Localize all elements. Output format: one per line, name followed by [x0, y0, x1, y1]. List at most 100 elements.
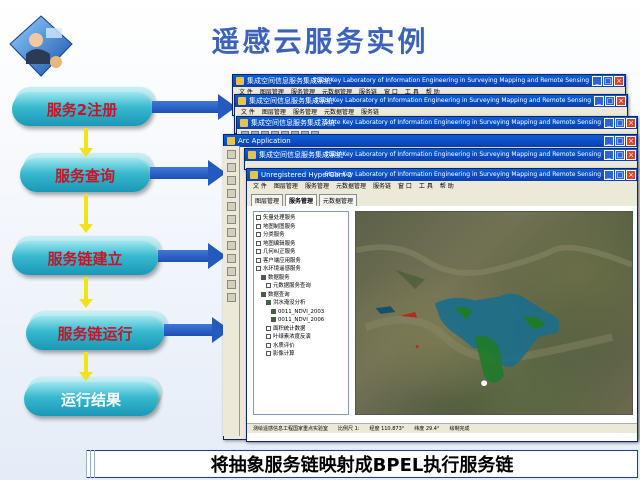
tool-button[interactable] [226, 280, 236, 289]
minimize-button[interactable]: _ [594, 96, 604, 106]
tree-item-label: 数据查询 [268, 291, 290, 298]
right-arrow-1 [152, 94, 236, 120]
maximize-button[interactable]: □ [615, 118, 625, 128]
menu-metadata[interactable]: 元数据管理 [336, 181, 366, 192]
tree-item[interactable]: 矢量处理服务 [256, 214, 346, 223]
maximize-button[interactable]: □ [615, 136, 625, 146]
window-banner: State Key Laboratory of Information Engi… [314, 97, 591, 104]
tree-item[interactable]: 0011_NDVI_2006 [256, 316, 346, 325]
checkbox[interactable] [256, 249, 261, 254]
tool-button[interactable] [226, 202, 236, 211]
checkbox[interactable] [256, 266, 261, 271]
checkbox[interactable] [256, 215, 261, 220]
checkbox[interactable] [266, 342, 271, 348]
maximize-button[interactable]: □ [615, 170, 625, 180]
minimize-button[interactable]: _ [604, 136, 614, 146]
down-arrow-3 [79, 277, 93, 308]
tool-button[interactable] [226, 150, 236, 159]
checkbox[interactable] [256, 223, 261, 229]
status-bar: 测绘遥感信息工程国家重点实验室 比例尺 1: 经度 110.873° 纬度 29… [247, 423, 637, 433]
tree-item[interactable]: 分类服务 [256, 231, 346, 240]
tool-button[interactable] [226, 163, 236, 172]
tree-item[interactable]: 地图编辑服务 [256, 240, 346, 249]
right-arrow-3 [158, 243, 226, 269]
tool-button[interactable] [226, 254, 236, 263]
satellite-map-image [356, 244, 632, 387]
maximize-button[interactable]: □ [605, 96, 615, 106]
menu-chain[interactable]: 服务链 [373, 181, 391, 192]
tree-item-label: 元数据服务查询 [273, 283, 311, 289]
window-banner: State Key Laboratory of Information Engi… [324, 119, 601, 126]
hypercam-main-window[interactable]: Unregistered HyperCam 2 State Key Laborat… [246, 168, 638, 442]
tree-item-label: 洪水淹没分析 [273, 300, 306, 306]
satellite-map-view[interactable] [355, 211, 633, 415]
tree-item[interactable]: 水质评价 [256, 342, 346, 351]
tool-button[interactable] [226, 215, 236, 224]
tool-button[interactable] [226, 267, 236, 276]
minimize-button[interactable]: _ [592, 76, 602, 86]
menu-layers[interactable]: 图层管理 [274, 181, 298, 192]
maximize-button[interactable]: □ [603, 76, 613, 86]
tree-item[interactable]: 洪水淹没分析 [256, 299, 346, 308]
slide-caption-text: 将抽象服务链映射成BPEL执行服务链 [210, 455, 514, 476]
tree-item[interactable]: 几何纠正服务 [256, 248, 346, 257]
tool-button[interactable] [226, 293, 236, 302]
checkbox[interactable] [256, 240, 261, 246]
status-lab: 测绘遥感信息工程国家重点实验室 [253, 426, 329, 432]
close-button[interactable]: × [616, 96, 626, 106]
tree-item-label: 水环境遥感服务 [263, 266, 301, 272]
tree-item[interactable]: 叶绿素浓度反演 [256, 333, 346, 342]
tree-item-label: 水质评价 [273, 342, 295, 349]
tool-button[interactable] [226, 189, 236, 198]
app-window-4[interactable]: 集成空间信息服务集成系统 State Key Laboratory of Info… [244, 148, 638, 170]
tree-item[interactable]: 数据查询 [256, 291, 346, 300]
checkbox[interactable] [266, 334, 271, 339]
checkbox[interactable] [271, 317, 276, 322]
checkbox[interactable] [266, 325, 271, 331]
tree-item[interactable]: 地图制图服务 [256, 223, 346, 232]
minimize-button[interactable]: _ [604, 118, 614, 128]
checkbox[interactable] [266, 283, 271, 288]
menu-tools[interactable]: 工 具 [419, 181, 433, 192]
minimize-button[interactable]: _ [604, 150, 614, 160]
menu-window[interactable]: 窗 口 [398, 181, 412, 192]
tree-item[interactable]: 水环境遥感服务 [256, 265, 346, 274]
checkbox[interactable] [261, 291, 266, 297]
menu-file[interactable]: 文 件 [253, 181, 267, 192]
checkbox[interactable] [266, 300, 271, 305]
tab-metadata-management[interactable]: 元数据管理 [319, 194, 358, 206]
tool-button[interactable] [226, 241, 236, 250]
panel-tabs: 图层管理 服务管理 元数据管理 [247, 192, 637, 206]
flow-step-result-label: 运行结果 [60, 390, 121, 409]
tab-layer-management[interactable]: 图层管理 [251, 194, 284, 206]
close-button[interactable]: × [626, 118, 636, 128]
close-button[interactable]: × [626, 170, 636, 180]
flow-step-result: 运行结果 [24, 377, 161, 416]
close-button[interactable]: × [614, 76, 624, 86]
tree-item[interactable]: 0011_NDVI_2003 [256, 308, 346, 317]
flow-step-build-chain-label: 服务链建立 [47, 249, 123, 268]
tree-item[interactable]: 影像计算 [256, 350, 346, 359]
status-done: 绘制完成 [449, 426, 470, 432]
close-button[interactable]: × [626, 150, 636, 160]
tree-item[interactable]: 元数据服务查询 [256, 282, 346, 291]
tool-button[interactable] [226, 176, 236, 185]
tab-service-management[interactable]: 服务管理 [285, 194, 318, 206]
checkbox[interactable] [256, 257, 261, 263]
menu-services[interactable]: 服务管理 [305, 181, 329, 192]
checkbox[interactable] [261, 274, 266, 280]
close-button[interactable]: × [626, 136, 636, 146]
status-longitude: 经度 110.873° [369, 426, 405, 432]
menu-bar: 文 件 图层管理 服务管理 元数据管理 服务链 窗 口 工 具 帮 助 [247, 181, 637, 192]
tree-item[interactable]: 面积统计数据 [256, 325, 346, 334]
minimize-button[interactable]: _ [604, 170, 614, 180]
checkbox[interactable] [256, 232, 261, 237]
tree-item[interactable]: 客户端应用服务 [256, 257, 346, 266]
checkbox[interactable] [266, 351, 271, 356]
tool-button[interactable] [226, 228, 236, 237]
flow-step-build-chain: 服务链建立 [12, 236, 161, 275]
checkbox[interactable] [271, 308, 276, 314]
maximize-button[interactable]: □ [615, 150, 625, 160]
menu-help[interactable]: 帮 助 [440, 181, 454, 192]
tree-item[interactable]: 数据服务 [256, 274, 346, 283]
